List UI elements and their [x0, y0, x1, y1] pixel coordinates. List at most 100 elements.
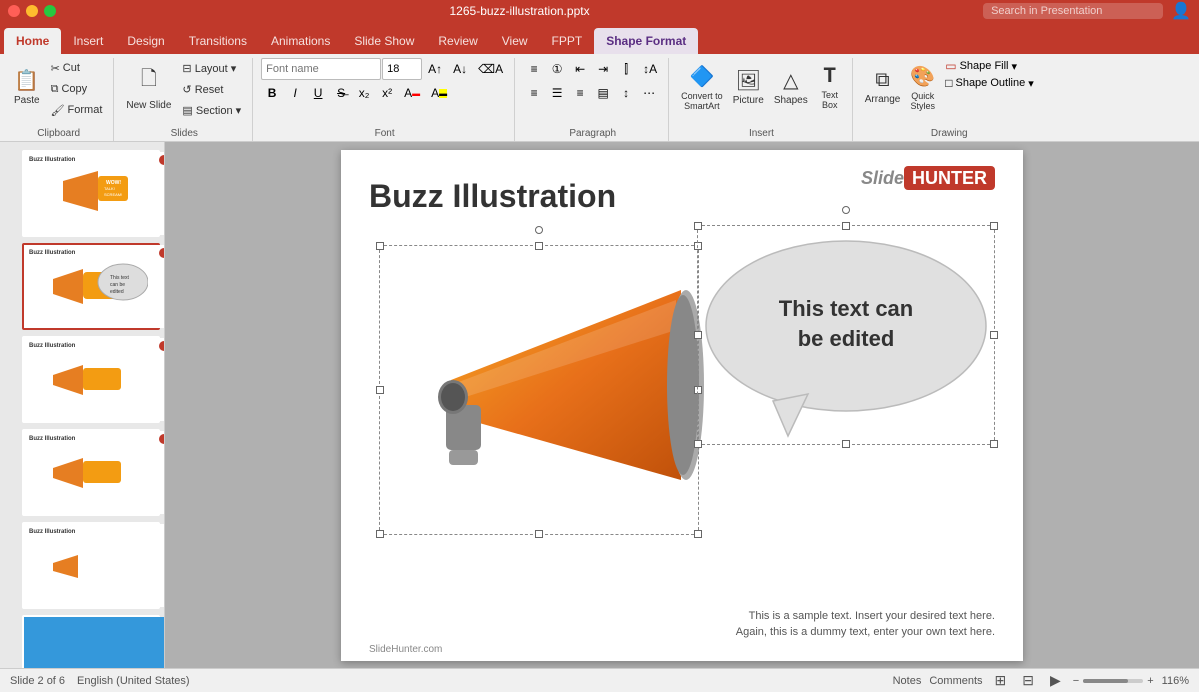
superscript-button[interactable]: x² — [376, 82, 398, 104]
title-bar-right: 👤 — [983, 1, 1191, 21]
font-size-input[interactable] — [382, 58, 422, 80]
text-direction-button[interactable]: ↕A — [638, 58, 662, 80]
cut-label: Cut — [63, 62, 80, 74]
account-icon[interactable]: 👤 — [1171, 1, 1191, 21]
textbox-button[interactable]: 𝐓 TextBox — [814, 58, 846, 116]
shape-fill-dropdown[interactable]: ▾ — [1012, 60, 1018, 73]
align-left-button[interactable]: ≡ — [523, 82, 545, 104]
tab-insert[interactable]: Insert — [61, 28, 115, 54]
window-controls — [8, 5, 56, 17]
picture-button[interactable]: 🖼 Picture — [729, 58, 768, 116]
comments-button[interactable]: Comments — [929, 675, 982, 687]
svg-text:be edited: be edited — [798, 326, 895, 351]
shape-outline-button[interactable]: □ Shape Outline ▾ — [941, 75, 1038, 91]
slide-thumb-6[interactable] — [22, 615, 160, 668]
tab-slideshow[interactable]: Slide Show — [342, 28, 426, 54]
normal-view-button[interactable]: ⊞ — [991, 671, 1011, 690]
zoom-out-button[interactable]: − — [1073, 675, 1079, 687]
cut-button[interactable]: ✂ Cut — [46, 58, 108, 78]
increase-font-size-button[interactable]: A↑ — [423, 58, 447, 80]
slide-thumb-3[interactable]: Buzz Illustration — [22, 336, 160, 423]
section-button[interactable]: ▤ Section ▾ — [177, 100, 246, 120]
tab-fppt[interactable]: FPPT — [540, 28, 595, 54]
clear-format-button[interactable]: ⌫A — [473, 58, 508, 80]
bullets-button[interactable]: ≡ — [523, 58, 545, 80]
tab-shape-format[interactable]: Shape Format — [594, 28, 698, 54]
sb-handle-br[interactable] — [990, 440, 998, 448]
handle-bl[interactable] — [376, 530, 384, 538]
paste-button[interactable]: 📋 Paste — [10, 58, 44, 116]
arrange-button[interactable]: ⧉ Arrange — [861, 58, 905, 116]
sb-rotation-handle[interactable] — [842, 206, 850, 214]
bold-button[interactable]: B — [261, 82, 283, 104]
slide-thumb-2[interactable]: Buzz Illustration This text can be edite… — [22, 243, 160, 330]
reset-button[interactable]: ↺ Reset — [177, 79, 246, 99]
arrange-label: Arrange — [865, 94, 901, 105]
handle-ml[interactable] — [376, 386, 384, 394]
slide-4-container: 4 Buzz Illustration — [4, 429, 160, 516]
svg-text:This text: This text — [110, 275, 130, 281]
more-para-button[interactable]: ⋯ — [638, 82, 660, 104]
slide-thumb-5[interactable]: Buzz Illustration — [22, 522, 160, 609]
slideshow-view-button[interactable]: ▶ — [1046, 671, 1065, 690]
close-button[interactable] — [8, 5, 20, 17]
rotation-handle[interactable] — [535, 226, 543, 234]
align-right-button[interactable]: ≡ — [569, 82, 591, 104]
quick-styles-button[interactable]: 🎨 QuickStyles — [906, 58, 939, 116]
shape-fill-icon: ▭ — [945, 59, 956, 73]
zoom-level[interactable]: 116% — [1162, 675, 1189, 687]
notes-button[interactable]: Notes — [893, 675, 922, 687]
arrange-icon: ⧉ — [875, 69, 889, 92]
zoom-slider[interactable] — [1083, 679, 1143, 683]
numbering-button[interactable]: ① — [546, 58, 568, 80]
slide-3-container: 3 Buzz Illustration — [4, 336, 160, 423]
shape-fill-button[interactable]: ▭ Shape Fill ▾ — [941, 58, 1038, 74]
decrease-font-size-button[interactable]: A↓ — [448, 58, 472, 80]
layout-button[interactable]: ⊟ Layout ▾ — [177, 58, 246, 78]
handle-bm[interactable] — [535, 530, 543, 538]
speech-bubble-wrapper[interactable]: This text can be edited — [697, 225, 995, 445]
new-slide-button[interactable]: 🗋 New Slide — [122, 58, 175, 116]
underline-button[interactable]: U — [307, 82, 329, 104]
drawing-content: ⧉ Arrange 🎨 QuickStyles ▭ Shape Fill ▾ □… — [861, 58, 1038, 126]
sb-handle-bm[interactable] — [842, 440, 850, 448]
copy-button[interactable]: ⧉ Copy — [46, 79, 108, 99]
convert-smartart-button[interactable]: 🔷 Convert toSmartArt — [677, 58, 727, 116]
minimize-button[interactable] — [26, 5, 38, 17]
outline-view-button[interactable]: ⊟ — [1018, 671, 1038, 690]
slide-thumb-4[interactable]: Buzz Illustration — [22, 429, 160, 516]
tab-view[interactable]: View — [490, 28, 540, 54]
line-spacing-button[interactable]: ↕ — [615, 82, 637, 104]
tab-home[interactable]: Home — [4, 28, 61, 54]
slide-canvas[interactable]: Buzz Illustration SlideHUNTER — [341, 150, 1023, 661]
columns-button[interactable]: ⫿ — [615, 58, 637, 80]
sb-handle-bl[interactable] — [694, 440, 702, 448]
slide-4-content — [48, 440, 148, 505]
increase-indent-button[interactable]: ⇥ — [592, 58, 614, 80]
search-input[interactable] — [983, 3, 1163, 19]
font-name-input[interactable] — [261, 58, 381, 80]
tab-design[interactable]: Design — [115, 28, 176, 54]
decrease-indent-button[interactable]: ⇤ — [569, 58, 591, 80]
handle-tm[interactable] — [535, 242, 543, 250]
tab-transitions[interactable]: Transitions — [177, 28, 259, 54]
tab-animations[interactable]: Animations — [259, 28, 342, 54]
zoom-in-button[interactable]: + — [1147, 675, 1153, 687]
handle-br[interactable] — [694, 530, 702, 538]
slide-thumb-1[interactable]: Buzz Illustration WOW! TALK! SCREAM! — [22, 150, 160, 237]
tab-review[interactable]: Review — [426, 28, 489, 54]
maximize-button[interactable] — [44, 5, 56, 17]
italic-button[interactable]: I — [284, 82, 306, 104]
text-highlight-button[interactable]: A▬ — [426, 82, 452, 104]
shape-outline-label: Shape Outline — [955, 77, 1025, 89]
handle-tl[interactable] — [376, 242, 384, 250]
shape-outline-icon: □ — [945, 76, 952, 90]
subscript-button[interactable]: x₂ — [353, 82, 375, 104]
strikethrough-button[interactable]: S̶ — [330, 82, 352, 104]
justify-button[interactable]: ▤ — [592, 82, 614, 104]
shapes-button[interactable]: △ Shapes — [770, 58, 812, 116]
shape-outline-dropdown[interactable]: ▾ — [1028, 77, 1034, 90]
format-button[interactable]: 🖌 Format — [46, 100, 108, 120]
font-color-button[interactable]: A▬ — [399, 82, 425, 104]
align-center-button[interactable]: ☰ — [546, 82, 568, 104]
